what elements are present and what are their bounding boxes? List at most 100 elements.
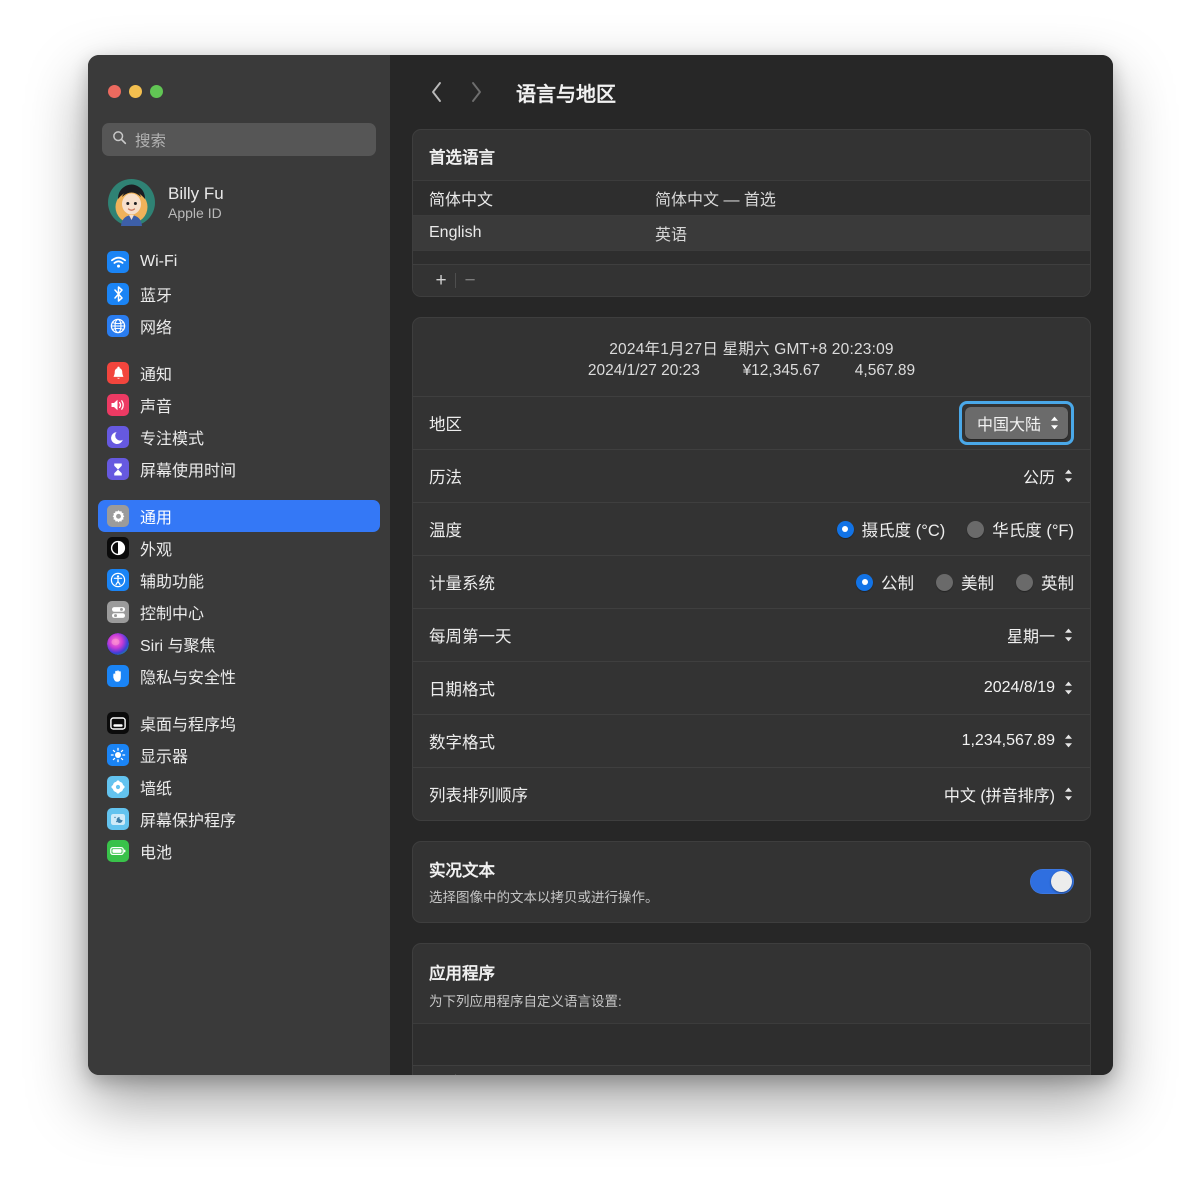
applications-subtitle: 为下列应用程序自定义语言设置: [429, 994, 622, 1009]
traffic-light-buttons [88, 55, 390, 98]
measurement-option-metric[interactable]: 公制 [856, 570, 914, 594]
displays-brightness-icon [107, 744, 129, 766]
sidebar-group-system-alerts: 通知 声音 专注模式 屏幕使用时间 [98, 357, 380, 485]
close-window-button[interactable] [108, 85, 121, 98]
radio-button[interactable] [856, 573, 873, 591]
sort-order-value: 中文 (拼音排序) [943, 788, 1055, 805]
siri-icon [107, 633, 129, 655]
search-icon [112, 130, 127, 150]
sidebar-item-appearance[interactable]: 外观 [98, 532, 380, 564]
applications-list[interactable] [413, 1023, 1090, 1065]
radio-button[interactable] [836, 520, 854, 538]
date-format-popup-button[interactable]: 2024/8/19 [984, 679, 1074, 697]
sidebar-item-screensaver[interactable]: 屏幕保护程序 [98, 803, 380, 835]
live-text-card: 实况文本 选择图像中的文本以拷贝或进行操作。 [412, 841, 1091, 923]
applications-title: 应用程序 [429, 965, 495, 983]
chevron-up-down-icon [1063, 733, 1074, 749]
sidebar-item-label: 屏幕使用时间 [140, 463, 237, 480]
sidebar-item-accessibility[interactable]: 辅助功能 [98, 564, 380, 596]
screen-time-hourglass-icon [107, 458, 129, 480]
apple-id-profile-row[interactable]: Billy Fu Apple ID [102, 173, 376, 232]
battery-icon [107, 840, 129, 862]
screensaver-icon [107, 808, 129, 830]
row-label: 数字格式 [429, 734, 495, 752]
calendar-popup-button[interactable]: 公历 [1023, 464, 1074, 488]
first-day-popup-button[interactable]: 星期一 [1007, 623, 1074, 647]
sidebar-item-notifications[interactable]: 通知 [98, 357, 380, 389]
remove-language-button[interactable]: − [456, 269, 484, 293]
zoom-window-button[interactable] [150, 85, 163, 98]
sidebar-item-wifi[interactable]: Wi-Fi [98, 246, 380, 278]
sidebar-item-bluetooth[interactable]: 蓝牙 [98, 278, 380, 310]
sidebar-item-label: 声音 [140, 399, 173, 416]
sidebar-item-label: 蓝牙 [140, 288, 173, 305]
network-globe-icon [107, 315, 129, 337]
format-preview: 2024年1月27日 星期六 GMT+8 20:23:09 2024/1/27 … [413, 318, 1090, 396]
preview-currency: ¥12,345.67 [742, 362, 821, 379]
preferred-languages-table: 简体中文 简体中文 — 首选 English 英语 [413, 180, 1090, 264]
appearance-contrast-icon [107, 537, 129, 559]
sidebar-item-displays[interactable]: 显示器 [98, 739, 380, 771]
sidebar-item-sound[interactable]: 声音 [98, 389, 380, 421]
privacy-hand-icon [107, 665, 129, 687]
search-placeholder: 搜索 [135, 132, 167, 150]
forward-button[interactable] [456, 72, 496, 112]
setting-row-first-day-of-week: 每周第一天 星期一 [413, 608, 1090, 661]
radio-label: 美制 [961, 575, 994, 593]
add-language-button[interactable]: + [427, 269, 455, 293]
sidebar-item-label: 网络 [140, 320, 173, 337]
measurement-option-us[interactable]: 美制 [936, 570, 994, 594]
row-label: 地区 [429, 416, 462, 434]
sidebar-group-desktop: 桌面与程序坞 显示器 墙纸 屏幕保护程序 电池 [98, 707, 380, 867]
sidebar-item-desktop-dock[interactable]: 桌面与程序坞 [98, 707, 380, 739]
measurement-option-uk[interactable]: 英制 [1016, 570, 1074, 594]
minimize-window-button[interactable] [129, 85, 142, 98]
sort-order-popup-button[interactable]: 中文 (拼音排序) [944, 782, 1074, 806]
sound-speaker-icon [107, 394, 129, 416]
screen-canvas: 搜索 Billy Fu Apple ID Wi-Fi 蓝牙 网络 通知 声音 专… [0, 0, 1200, 1181]
sidebar-item-label: 专注模式 [140, 431, 205, 448]
add-application-button[interactable]: + [427, 1070, 455, 1075]
setting-row-number-format: 数字格式 1,234,567.89 [413, 714, 1090, 767]
applications-card: 应用程序 为下列应用程序自定义语言设置: + − [412, 943, 1091, 1075]
chevron-up-down-icon [1063, 468, 1074, 484]
sidebar-search-field[interactable]: 搜索 [102, 123, 376, 156]
sidebar-item-siri-spotlight[interactable]: Siri 与聚焦 [98, 628, 380, 660]
sidebar-item-control-center[interactable]: 控制中心 [98, 596, 380, 628]
sidebar-item-screen-time[interactable]: 屏幕使用时间 [98, 453, 380, 485]
radio-button[interactable] [936, 573, 953, 591]
calendar-value: 公历 [1022, 470, 1055, 487]
chevron-up-down-icon [1063, 627, 1074, 643]
live-text-toggle[interactable] [1030, 869, 1074, 894]
sidebar-item-focus[interactable]: 专注模式 [98, 421, 380, 453]
sidebar-item-wallpaper[interactable]: 墙纸 [98, 771, 380, 803]
table-row[interactable]: 简体中文 简体中文 — 首选 [413, 180, 1090, 215]
sidebar-item-battery[interactable]: 电池 [98, 835, 380, 867]
preferred-languages-card: 首选语言 简体中文 简体中文 — 首选 English 英语 + − [412, 129, 1091, 297]
sidebar-item-label: 通用 [140, 510, 173, 527]
row-label: 温度 [429, 522, 462, 540]
region-popup-button[interactable]: 中国大陆 [964, 407, 1068, 439]
page-title: 语言与地区 [516, 83, 616, 106]
live-text-subtitle: 选择图像中的文本以拷贝或进行操作。 [429, 890, 659, 905]
row-label: 计量系统 [429, 575, 495, 593]
sidebar-item-general[interactable]: 通用 [98, 500, 380, 532]
temperature-option-celsius[interactable]: 摄氏度 (°C) [836, 517, 945, 541]
language-name: English [429, 224, 482, 241]
number-format-popup-button[interactable]: 1,234,567.89 [962, 732, 1074, 750]
sidebar-item-label: 隐私与安全性 [140, 670, 237, 687]
sidebar-item-privacy-security[interactable]: 隐私与安全性 [98, 660, 380, 692]
wallpaper-flower-icon [107, 776, 129, 798]
temperature-radio-group: 摄氏度 (°C) 华氏度 (°F) [836, 517, 1074, 541]
wifi-icon [107, 251, 129, 273]
sidebar-item-label: Siri 与聚焦 [140, 638, 216, 655]
profile-text: Billy Fu Apple ID [168, 184, 224, 221]
settings-scroll-area[interactable]: 首选语言 简体中文 简体中文 — 首选 English 英语 + − 2024年… [390, 129, 1113, 1075]
radio-button[interactable] [1016, 573, 1033, 591]
temperature-option-fahrenheit[interactable]: 华氏度 (°F) [967, 517, 1074, 541]
table-row[interactable]: English 英语 [413, 215, 1090, 250]
remove-application-button[interactable]: − [456, 1070, 484, 1075]
back-button[interactable] [416, 72, 456, 112]
sidebar-item-network[interactable]: 网络 [98, 310, 380, 342]
radio-button[interactable] [967, 520, 985, 538]
